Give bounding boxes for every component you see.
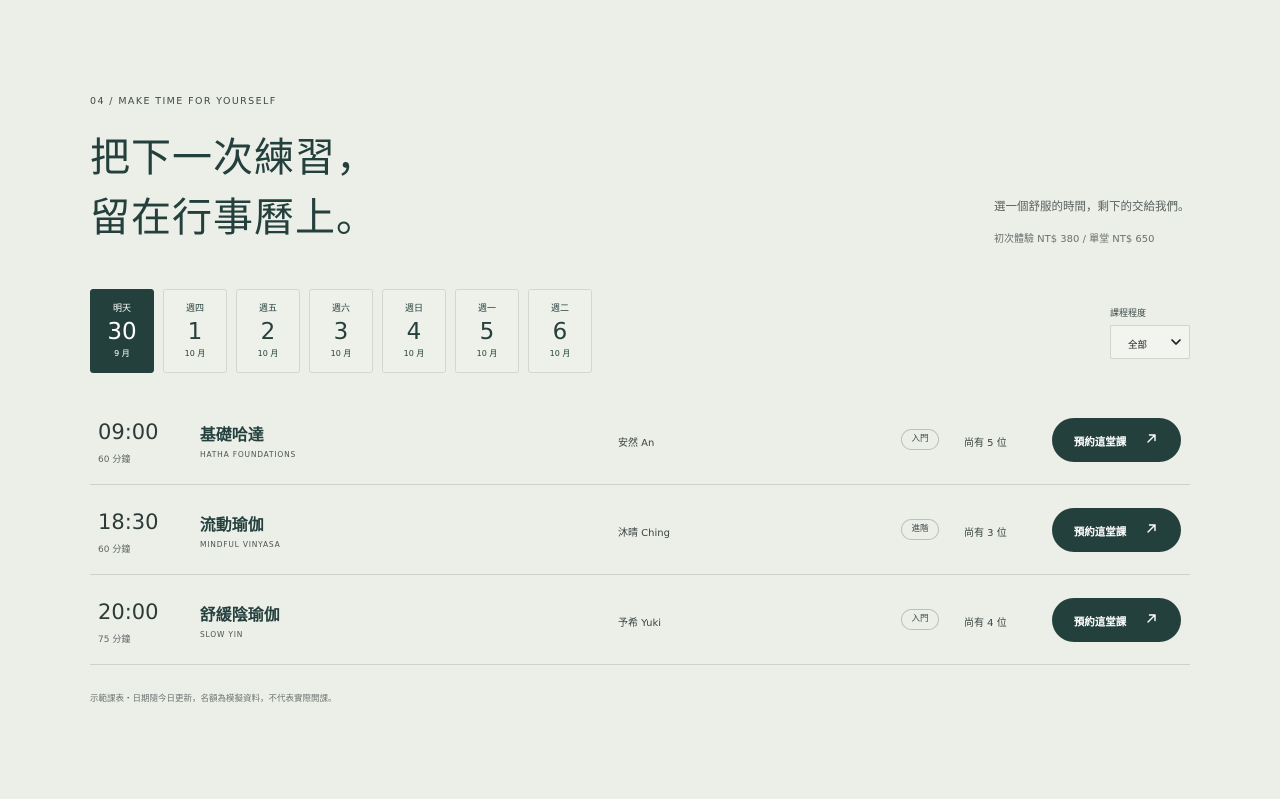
day-month: 10 月 <box>330 349 352 358</box>
day-weekday: 週二 <box>550 304 569 314</box>
class-row: 18:30 60 分鐘 流動瑜伽 MINDFUL VINYASA 沐晴 Chin… <box>90 485 1190 575</box>
day-month: 10 月 <box>403 349 425 358</box>
class-instructor: 沐晴 Ching <box>618 528 670 539</box>
day-card[interactable]: 週四 1 10 月 <box>163 289 227 373</box>
day-weekday: 週六 <box>331 304 350 314</box>
intro-tagline: 選一個舒服的時間，剩下的交給我們。 <box>994 199 1190 213</box>
day-number: 2 <box>260 319 276 345</box>
arrow-up-right-icon <box>1147 434 1156 443</box>
class-duration: 75 分鐘 <box>98 635 131 645</box>
class-subtitle: SLOW YIN <box>200 630 244 639</box>
class-name: 基礎哈達 <box>200 425 265 444</box>
level-badge: 入門 <box>901 609 939 630</box>
day-weekday: 週一 <box>477 304 496 314</box>
arrow-up-right-icon <box>1147 614 1156 623</box>
day-number: 5 <box>479 319 495 345</box>
day-weekday: 週五 <box>258 304 277 314</box>
schedule-footnote: 示範課表・日期隨今日更新，名額為模擬資料，不代表實際開課。 <box>90 694 337 704</box>
book-class-button[interactable]: 預約這堂課 <box>1052 508 1181 552</box>
class-subtitle: MINDFUL VINYASA <box>200 540 281 549</box>
day-number: 3 <box>333 319 349 345</box>
day-card[interactable]: 明天 30 9 月 <box>90 289 154 373</box>
class-name: 流動瑜伽 <box>200 515 265 534</box>
page-headline: 把下一次練習， 留在行事曆上。 <box>90 128 377 248</box>
day-weekday: 週日 <box>404 304 423 314</box>
level-filter: 課程程度 全部 <box>1110 306 1190 359</box>
book-class-label: 預約這堂課 <box>1074 436 1127 448</box>
headline-line-2: 留在行事曆上。 <box>90 195 377 241</box>
class-duration: 60 分鐘 <box>98 455 131 465</box>
book-class-label: 預約這堂課 <box>1074 526 1127 538</box>
level-select[interactable]: 全部 <box>1110 325 1190 359</box>
class-duration: 60 分鐘 <box>98 545 131 555</box>
day-card[interactable]: 週一 5 10 月 <box>455 289 519 373</box>
level-badge: 進階 <box>901 519 939 540</box>
day-month: 10 月 <box>549 349 571 358</box>
intro-pricing: 初次體驗 NT$ 380 / 單堂 NT$ 650 <box>994 234 1155 245</box>
day-number: 6 <box>552 319 568 345</box>
day-month: 9 月 <box>114 349 130 358</box>
arrow-up-right-icon <box>1147 524 1156 533</box>
day-card[interactable]: 週日 4 10 月 <box>382 289 446 373</box>
class-row: 20:00 75 分鐘 舒緩陰瑜伽 SLOW YIN 予希 Yuki 入門 尚有… <box>90 575 1190 665</box>
section-eyebrow: 04 / MAKE TIME FOR YOURSELF <box>90 96 277 107</box>
day-number: 30 <box>107 319 137 345</box>
class-subtitle: HATHA FOUNDATIONS <box>200 450 297 459</box>
class-schedule: 09:00 60 分鐘 基礎哈達 HATHA FOUNDATIONS 安然 An… <box>90 395 1190 665</box>
day-card[interactable]: 週二 6 10 月 <box>528 289 592 373</box>
day-selector: 明天 30 9 月 週四 1 10 月 週五 2 10 月 週六 3 10 月 … <box>90 289 592 373</box>
book-class-label: 預約這堂課 <box>1074 616 1127 628</box>
class-row: 09:00 60 分鐘 基礎哈達 HATHA FOUNDATIONS 安然 An… <box>90 395 1190 485</box>
day-month: 10 月 <box>257 349 279 358</box>
level-filter-label: 課程程度 <box>1110 309 1147 319</box>
class-instructor: 予希 Yuki <box>618 618 662 629</box>
chevron-down-icon <box>1171 339 1181 345</box>
day-number: 4 <box>406 319 422 345</box>
class-name: 舒緩陰瑜伽 <box>200 605 281 624</box>
level-select-value: 全部 <box>1128 340 1148 351</box>
day-month: 10 月 <box>476 349 498 358</box>
book-class-button[interactable]: 預約這堂課 <box>1052 598 1181 642</box>
spots-remaining: 尚有 4 位 <box>964 618 1007 629</box>
class-instructor: 安然 An <box>618 438 655 449</box>
day-weekday: 明天 <box>112 304 131 314</box>
day-weekday: 週四 <box>185 304 204 314</box>
spots-remaining: 尚有 5 位 <box>964 438 1007 449</box>
intro-block: 選一個舒服的時間，剩下的交給我們。 初次體驗 NT$ 380 / 單堂 NT$ … <box>994 198 1190 245</box>
day-card[interactable]: 週五 2 10 月 <box>236 289 300 373</box>
day-card[interactable]: 週六 3 10 月 <box>309 289 373 373</box>
class-time: 18:30 <box>98 510 159 534</box>
level-badge: 入門 <box>901 429 939 450</box>
spots-remaining: 尚有 3 位 <box>964 528 1007 539</box>
day-number: 1 <box>187 319 203 345</box>
book-class-button[interactable]: 預約這堂課 <box>1052 418 1181 462</box>
class-time: 09:00 <box>98 420 159 444</box>
class-time: 20:00 <box>98 600 159 624</box>
headline-line-1: 把下一次練習， <box>90 135 377 181</box>
day-month: 10 月 <box>184 349 206 358</box>
